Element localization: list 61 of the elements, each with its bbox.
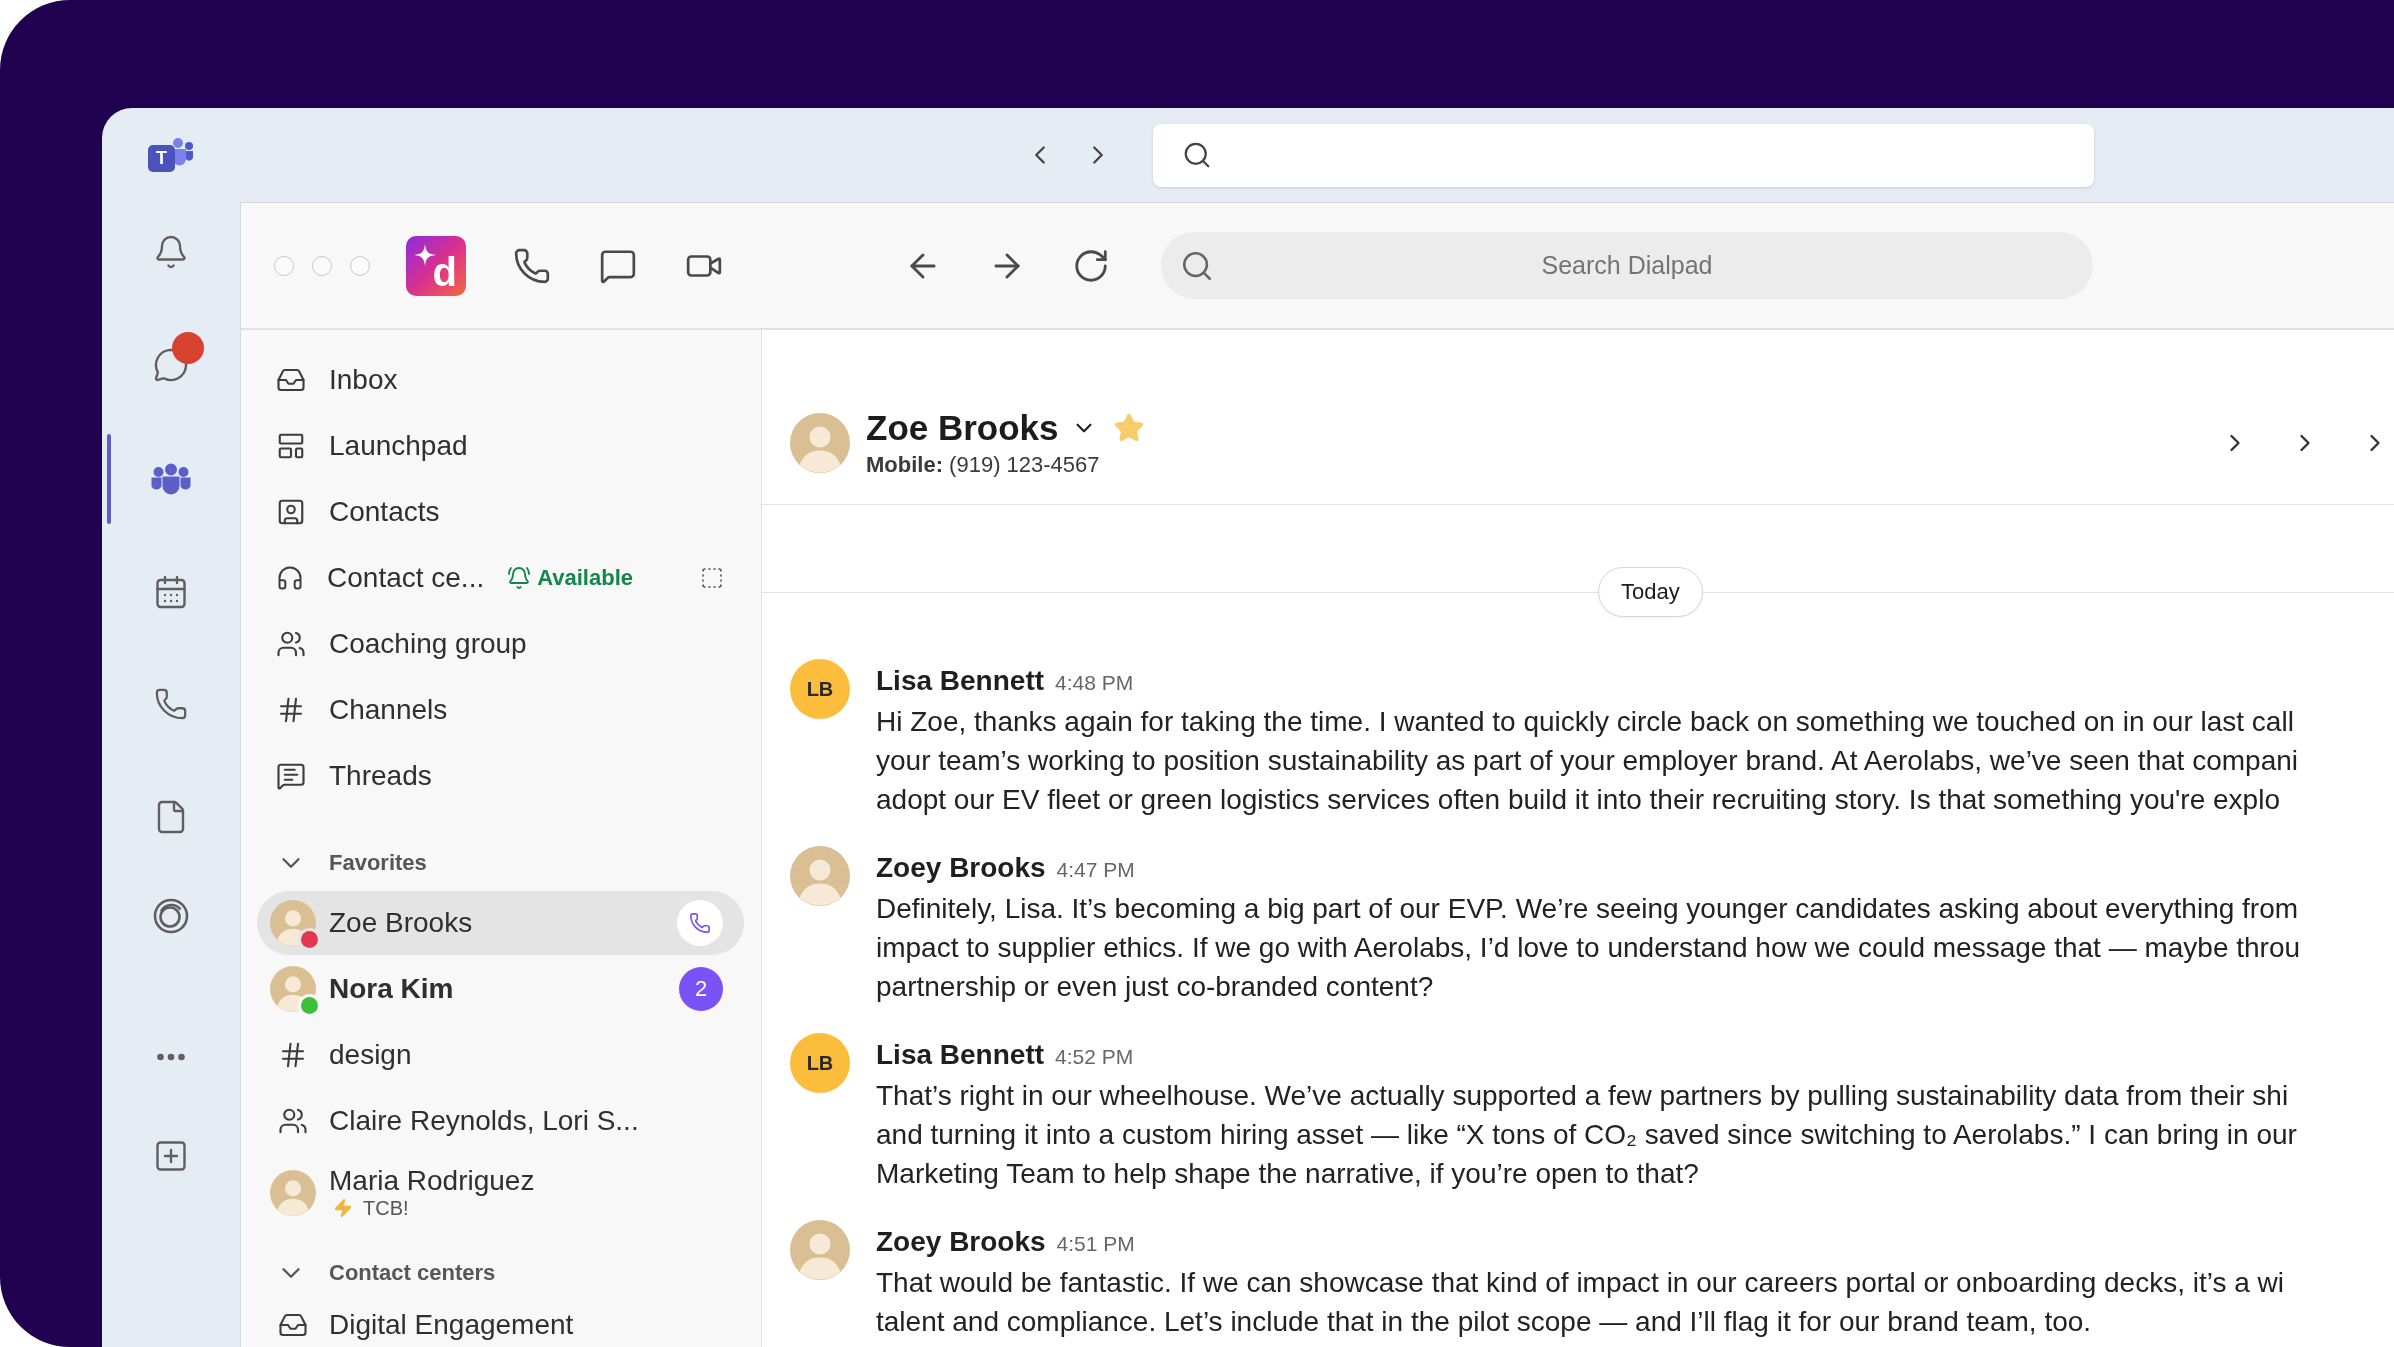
avatar-icon [790,413,850,473]
phone-icon[interactable] [154,687,188,721]
nav-item[interactable]: Coaching group [241,611,761,677]
lightning-icon [333,1198,353,1218]
message-text: That would be fantastic. If we can showcase that kind of impact in our careers portal or onboarding decks, it’s a wi talent and compliance. Let’s include that in the pilot scope — and I’ll flag it for our brand team, too. [876,1266,2284,1339]
dashed-square-icon[interactable] [700,566,724,590]
call-button[interactable] [677,900,723,946]
sender-name: Zoey Brooks [876,1225,1046,1259]
section-header[interactable]: Contact centers [241,1253,761,1293]
avatar-icon [790,846,850,906]
message-time: 4:48 PM [1055,670,1134,696]
rings-icon[interactable] [153,898,189,934]
sidebar-item[interactable]: Nora Kim 2 [257,957,744,1021]
phone-icon[interactable] [513,246,551,285]
sidebar-item[interactable]: Digital Engagement [257,1301,744,1347]
message-time: 4:47 PM [1056,857,1135,883]
message-lines-icon [276,761,306,791]
avatar-icon [270,1170,316,1216]
phone-icon [689,912,711,934]
search-icon [1182,140,1212,170]
search-field[interactable] [1153,123,2094,187]
message-time: 4:52 PM [1055,1044,1134,1070]
sidebar-item[interactable]: Maria Rodriguez TCB! [257,1155,744,1231]
unread-badge: 2 [679,967,723,1011]
status-button[interactable]: Available [507,565,633,591]
nav-item[interactable]: Launchpad [241,413,761,479]
people-icon [278,1106,308,1136]
avatar-icon [790,1220,850,1280]
message-text: Definitely, Lisa. It’s becoming a big part of our EVP. We’re seeing younger candidates asking about everything from impact to supplier ethics. If we go with Aerolabs, I’d love to understand how we could message that — maybe throu partnership or even just co-branded content? [876,892,2301,1004]
bell-icon [507,566,532,590]
sender-name: Lisa Bennett [876,1038,1045,1072]
bell-icon[interactable] [153,234,189,270]
add-icon[interactable] [153,1138,189,1174]
nav-item[interactable]: Channels [241,677,761,743]
contact-phone: Mobile: (919) 123-4567 [866,452,1101,478]
search-field[interactable]: Search Dialpad [1161,232,2093,299]
sidebar-item[interactable]: Claire Reynolds, Lori S... [257,1089,744,1153]
app-logo[interactable]: T [148,137,194,173]
sender-name: Zoey Brooks [876,851,1046,885]
layout-icon [276,431,306,461]
sender-name: Lisa Bennett [876,664,1045,698]
date-divider: Today [1598,567,1703,617]
nav-item[interactable]: Inbox [241,347,761,413]
message-text: Hi Zoe, thanks again for taking the time. I wanted to quickly circle back on something we touched on in our last call your team’s working to position sustainability as part of your employer brand. At Aerolabs, we’ve seen that compani adopt our EV fleet or green logistics services often build it into their recruiting story. Is that something you're explo [876,705,2298,817]
app-logo[interactable]: d [406,235,466,296]
initials-avatar: LB [790,1033,850,1093]
nav-item[interactable]: Contact ce... Available [241,545,761,611]
section-header[interactable]: Favorites [241,843,761,883]
contact-name: Zoe Brooks [866,408,1059,448]
contact-card-icon [276,497,306,527]
sidebar-item[interactable]: design [257,1023,744,1087]
message-time: 4:51 PM [1056,1231,1135,1257]
calendar-icon[interactable] [153,574,189,610]
nav-item[interactable]: Threads [241,743,761,809]
initials-avatar: LB [790,659,850,719]
sidebar-item[interactable]: Zoe Brooks [257,891,744,955]
message-text: That’s right in our wheelhouse. We’ve actually supported a few partners by pulling sustainability data from their shi and turning it into a custom hiring asset — like “X tons of CO₂ saved since switching to Aerolabs.” I can bring in our Marketing Team to help shape the narrative, if you’re open to that? [876,1079,2297,1191]
star-icon[interactable] [1112,412,1145,444]
people-icon [276,629,306,659]
nav-item[interactable]: Contacts [241,479,761,545]
people-icon[interactable] [151,463,191,495]
